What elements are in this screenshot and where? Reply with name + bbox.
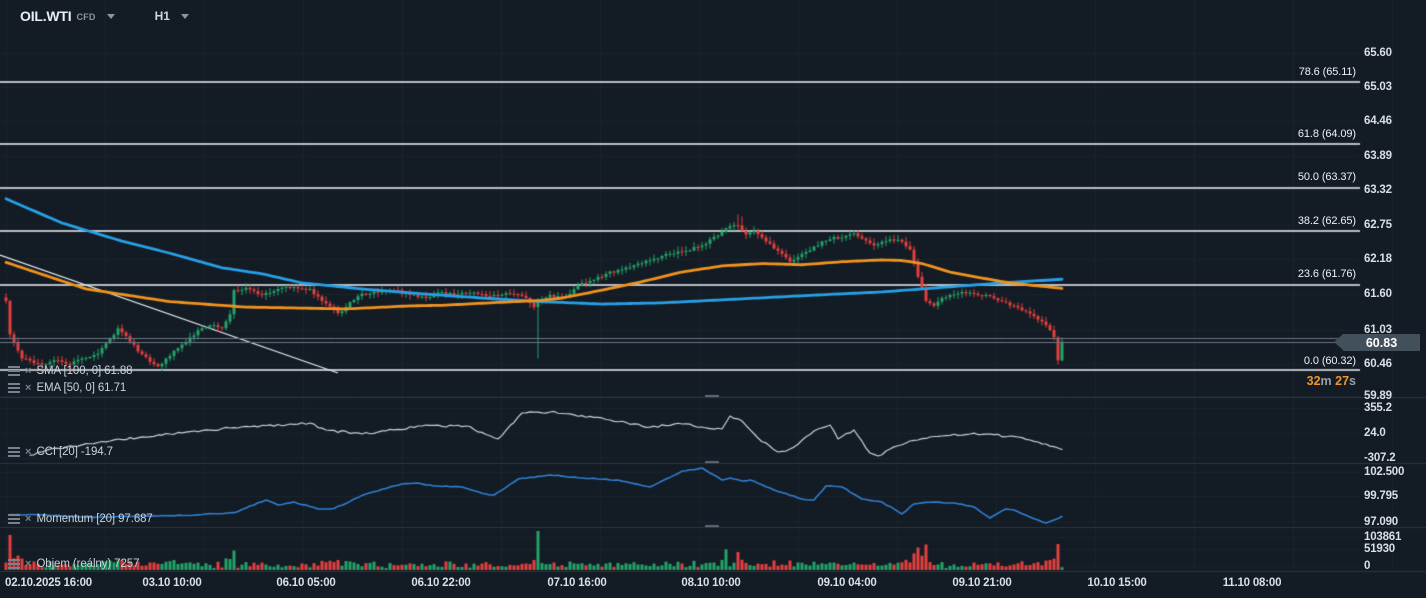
indicator-label: Objem (reálny) 7257: [36, 558, 139, 570]
chart-window: OIL.WTI CFD H1 65.60 65.03 64.46 63.89 63.32…: [0, 0, 1426, 598]
chevron-down-icon: [107, 14, 115, 19]
price-tick-label: 65.03: [1364, 81, 1392, 93]
indicator-row-ema: × EMA [50, 0] 61.71: [8, 382, 126, 394]
indicator-row-cci: × CCI [20] -194.7: [8, 446, 113, 458]
fibonacci-level-label: 78.6 (65.11): [1299, 66, 1356, 78]
indicator-row-momentum: × Momentum [20] 97.687: [8, 513, 153, 525]
symbol-name: OIL.WTI: [20, 8, 71, 24]
indicator-axis-value: 0: [1364, 560, 1370, 572]
time-tick-label: 11.10 08:00: [1223, 577, 1282, 589]
current-price-badge: 60.83: [1343, 334, 1420, 351]
indicator-axis-value: 102.500: [1364, 466, 1404, 478]
indicator-settings-icon[interactable]: [8, 559, 20, 569]
instrument-type-badge: CFD: [76, 12, 95, 22]
indicator-axis-value: 355.2: [1364, 402, 1392, 414]
countdown-minutes-unit: m: [1321, 374, 1336, 388]
indicator-axis-value: 97.090: [1364, 516, 1398, 528]
candle-countdown-timer: 32m 27s: [1307, 374, 1356, 388]
fibonacci-level-label: 38.2 (62.65): [1298, 215, 1356, 227]
price-tick-label: 61.60: [1364, 288, 1392, 300]
indicator-remove-icon[interactable]: ×: [25, 559, 31, 569]
fibonacci-level-label: 61.8 (64.09): [1298, 128, 1356, 140]
indicator-label: Momentum [20] 97.687: [36, 513, 152, 525]
time-tick-label: 03.10 10:00: [142, 577, 201, 589]
chevron-down-icon: [181, 14, 189, 19]
fibonacci-level-label: 23.6 (61.76): [1298, 268, 1356, 280]
current-price-value: 60.83: [1366, 336, 1397, 350]
indicator-label: EMA [50, 0] 61.71: [36, 382, 126, 394]
fibonacci-level-label: 50.0 (63.37): [1298, 171, 1356, 183]
indicator-row-volume: × Objem (reálny) 7257: [8, 558, 139, 570]
timeframe-selector[interactable]: H1: [155, 9, 189, 23]
indicator-remove-icon[interactable]: ×: [25, 366, 31, 376]
countdown-seconds: 27: [1335, 374, 1349, 388]
indicator-row-sma: × SMA [100, 0] 61.88: [8, 365, 132, 377]
price-tick-label: 62.18: [1364, 253, 1392, 265]
chart-header: OIL.WTI CFD H1: [20, 8, 189, 24]
time-tick-label: 09.10 04:00: [817, 577, 876, 589]
indicator-settings-icon[interactable]: [8, 447, 20, 457]
indicator-axis-value: 24.0: [1364, 427, 1386, 439]
countdown-seconds-unit: s: [1349, 374, 1356, 388]
time-tick-label: 09.10 21:00: [952, 577, 1011, 589]
indicator-axis-value: -307.2: [1364, 452, 1395, 464]
indicator-axis-value: 103861: [1364, 531, 1401, 543]
fibonacci-level-label: 0.0 (60.32): [1304, 355, 1356, 367]
timeframe-label: H1: [155, 9, 170, 23]
price-tick-label: 64.46: [1364, 115, 1392, 127]
price-chart-canvas[interactable]: [0, 0, 1426, 598]
time-tick-label: 06.10 22:00: [411, 577, 470, 589]
price-tick-label: 63.89: [1364, 150, 1392, 162]
indicator-label: CCI [20] -194.7: [36, 446, 113, 458]
indicator-settings-icon[interactable]: [8, 366, 20, 376]
indicator-remove-icon[interactable]: ×: [25, 514, 31, 524]
price-tick-label: 59.89: [1364, 390, 1392, 402]
time-tick-label: 02.10.2025 16:00: [5, 577, 92, 589]
price-tick-label: 63.32: [1364, 184, 1392, 196]
time-tick-label: 07.10 16:00: [547, 577, 606, 589]
time-tick-label: 08.10 10:00: [681, 577, 740, 589]
price-tick-label: 65.60: [1364, 47, 1392, 59]
price-tick-label: 60.46: [1364, 358, 1392, 370]
price-tick-label: 62.75: [1364, 219, 1392, 231]
time-tick-label: 10.10 15:00: [1087, 577, 1146, 589]
symbol-selector[interactable]: OIL.WTI CFD: [20, 8, 115, 24]
indicator-remove-icon[interactable]: ×: [25, 383, 31, 393]
indicator-settings-icon[interactable]: [8, 383, 20, 393]
indicator-settings-icon[interactable]: [8, 514, 20, 524]
indicator-label: SMA [100, 0] 61.88: [36, 365, 132, 377]
indicator-axis-value: 51930: [1364, 543, 1395, 555]
indicator-axis-value: 99.795: [1364, 490, 1398, 502]
indicator-remove-icon[interactable]: ×: [25, 447, 31, 457]
time-tick-label: 06.10 05:00: [276, 577, 335, 589]
countdown-minutes: 32: [1307, 374, 1321, 388]
